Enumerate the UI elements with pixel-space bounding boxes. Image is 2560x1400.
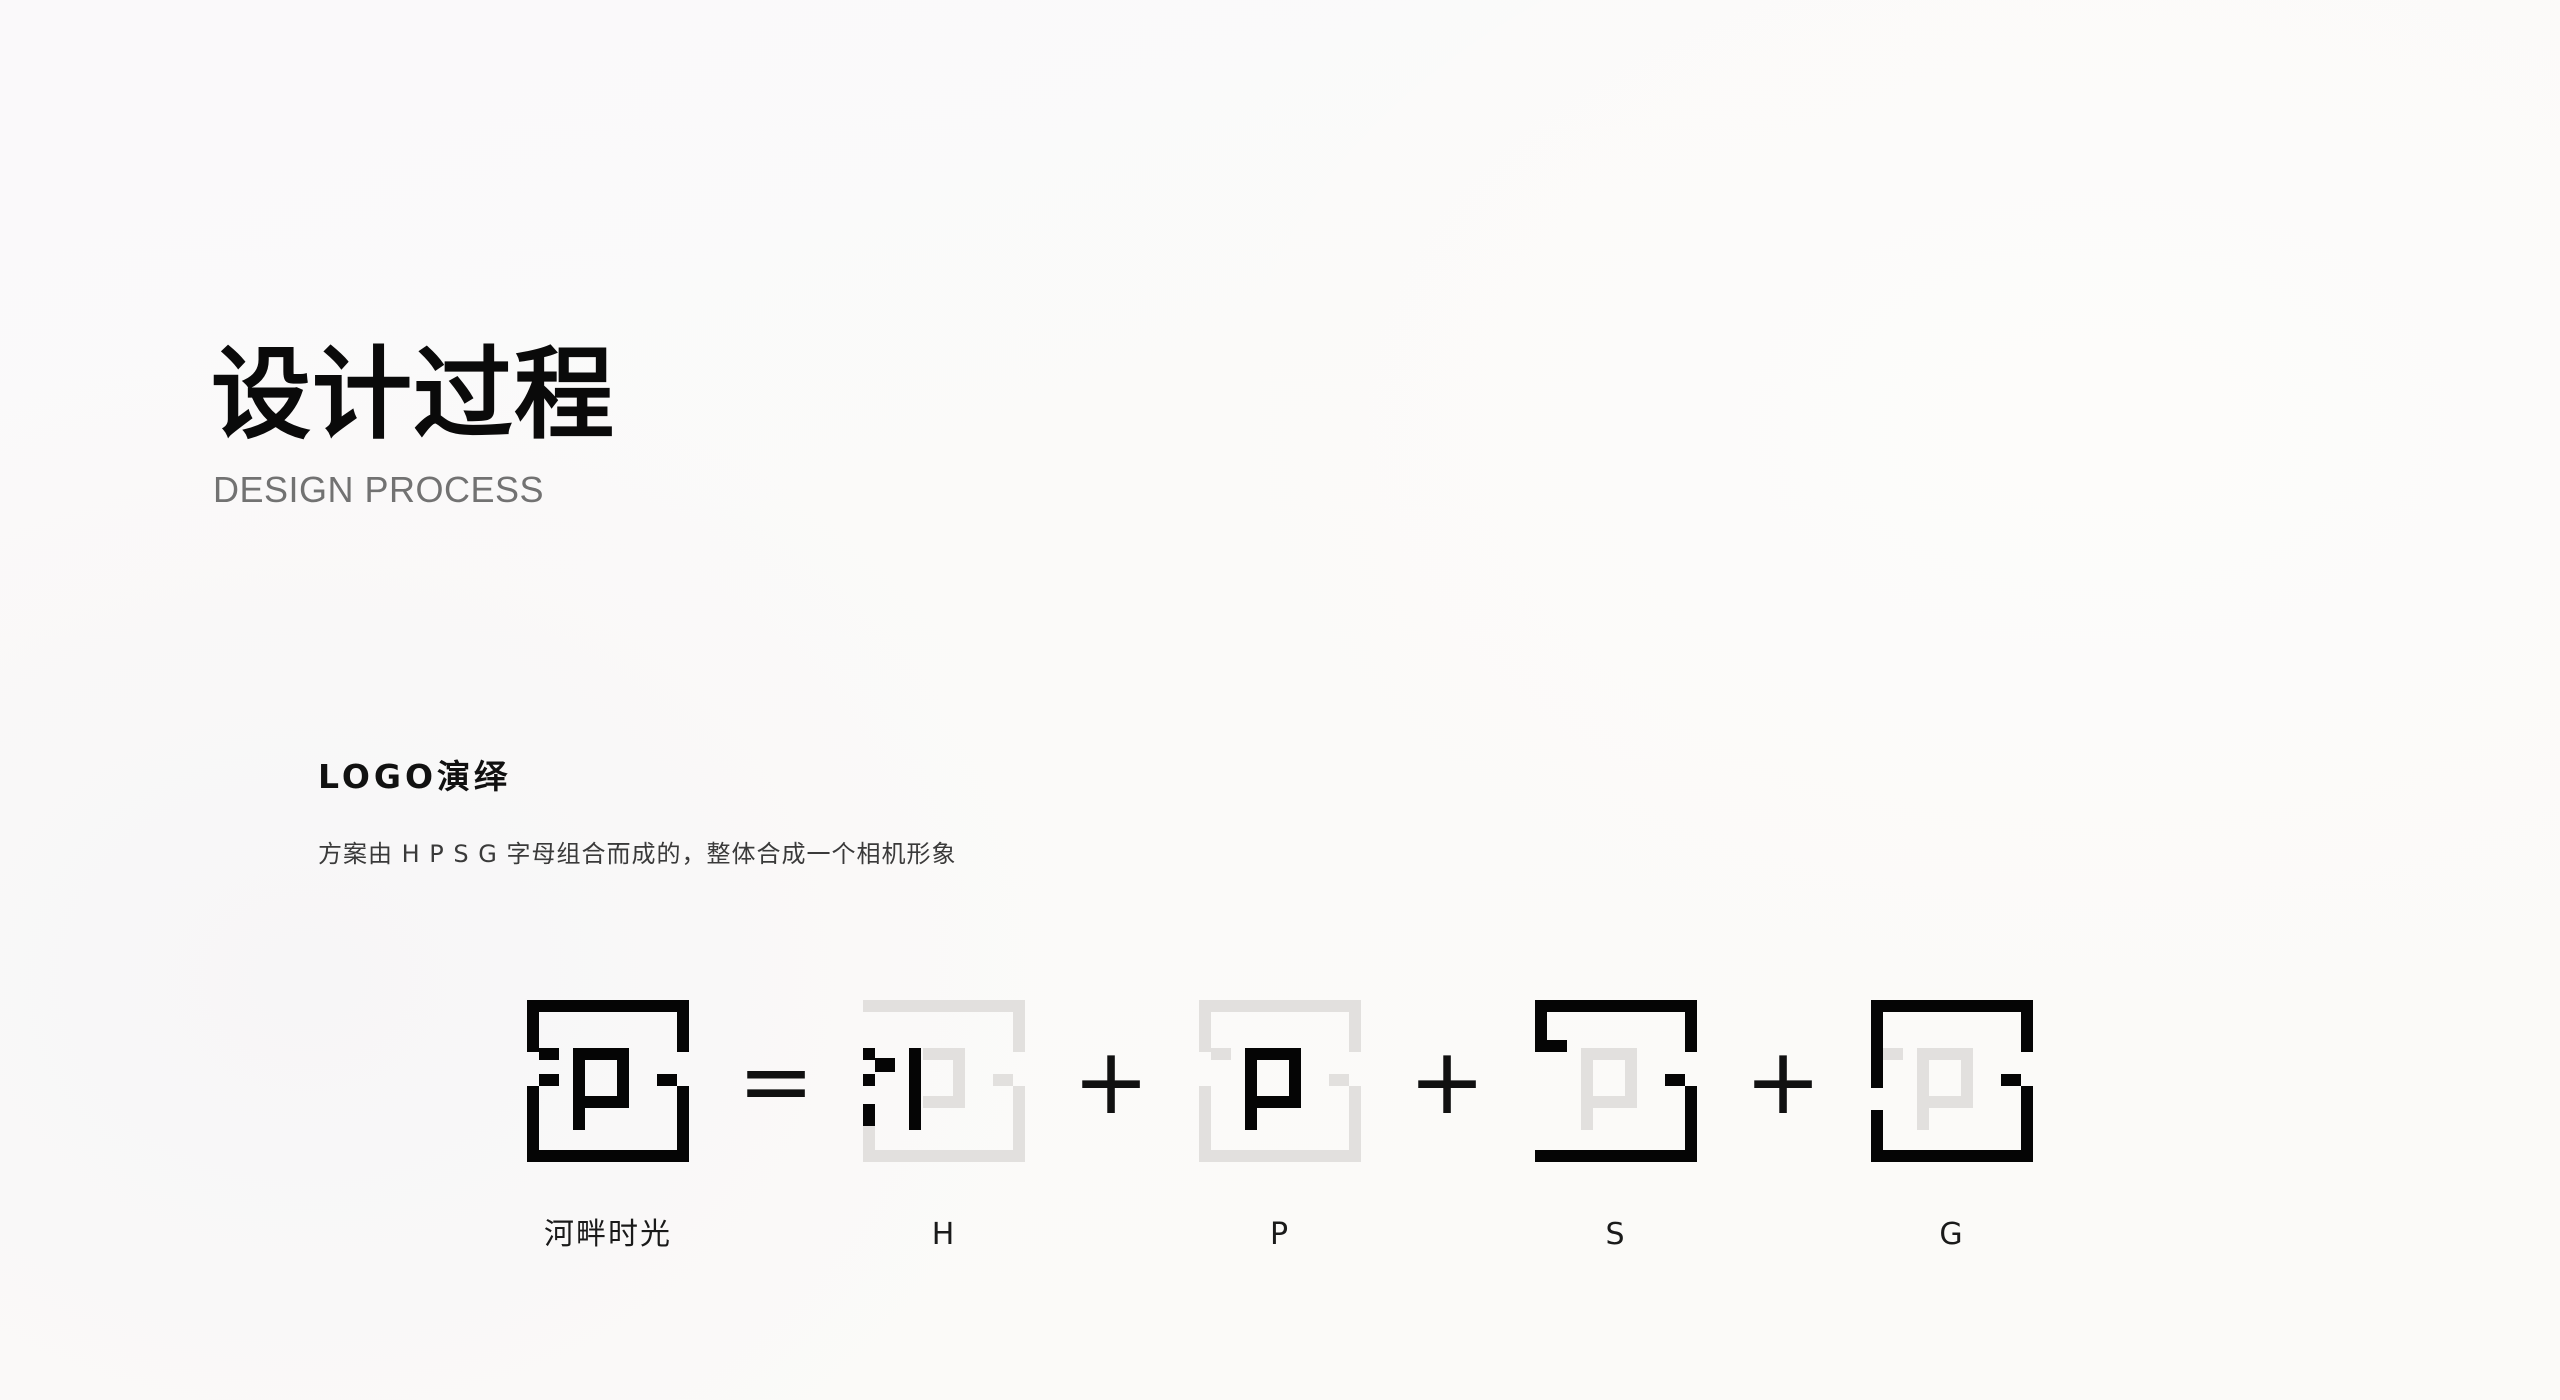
combined-logo-icon	[527, 1000, 689, 1162]
page-title: 设计过程	[211, 336, 615, 453]
page-subtitle: DESIGN PROCESS	[213, 469, 545, 510]
plus-sign-3: +	[1744, 1028, 1822, 1135]
logo-equation: = + + + 河畔时光 H P S G	[0, 0, 2560, 1400]
equals-sign: =	[737, 1028, 815, 1135]
letter-s-logo-icon	[1535, 1000, 1697, 1162]
letter-h-logo-icon	[863, 1000, 1025, 1162]
section-description: 方案由 H P S G 字母组合而成的，整体合成一个相机形象	[318, 840, 957, 868]
plus-sign-1: +	[1072, 1028, 1150, 1135]
plus-sign-2: +	[1408, 1028, 1486, 1135]
caption-combined: 河畔时光	[544, 1217, 672, 1252]
letter-p-logo-icon	[1199, 1000, 1361, 1162]
caption-g: G	[1939, 1217, 1965, 1252]
section-title: LOGO演绎	[318, 757, 512, 796]
caption-p: P	[1269, 1217, 1291, 1252]
caption-h: H	[931, 1217, 957, 1252]
caption-s: S	[1605, 1217, 1627, 1252]
letter-g-logo-icon	[1871, 1000, 2033, 1162]
